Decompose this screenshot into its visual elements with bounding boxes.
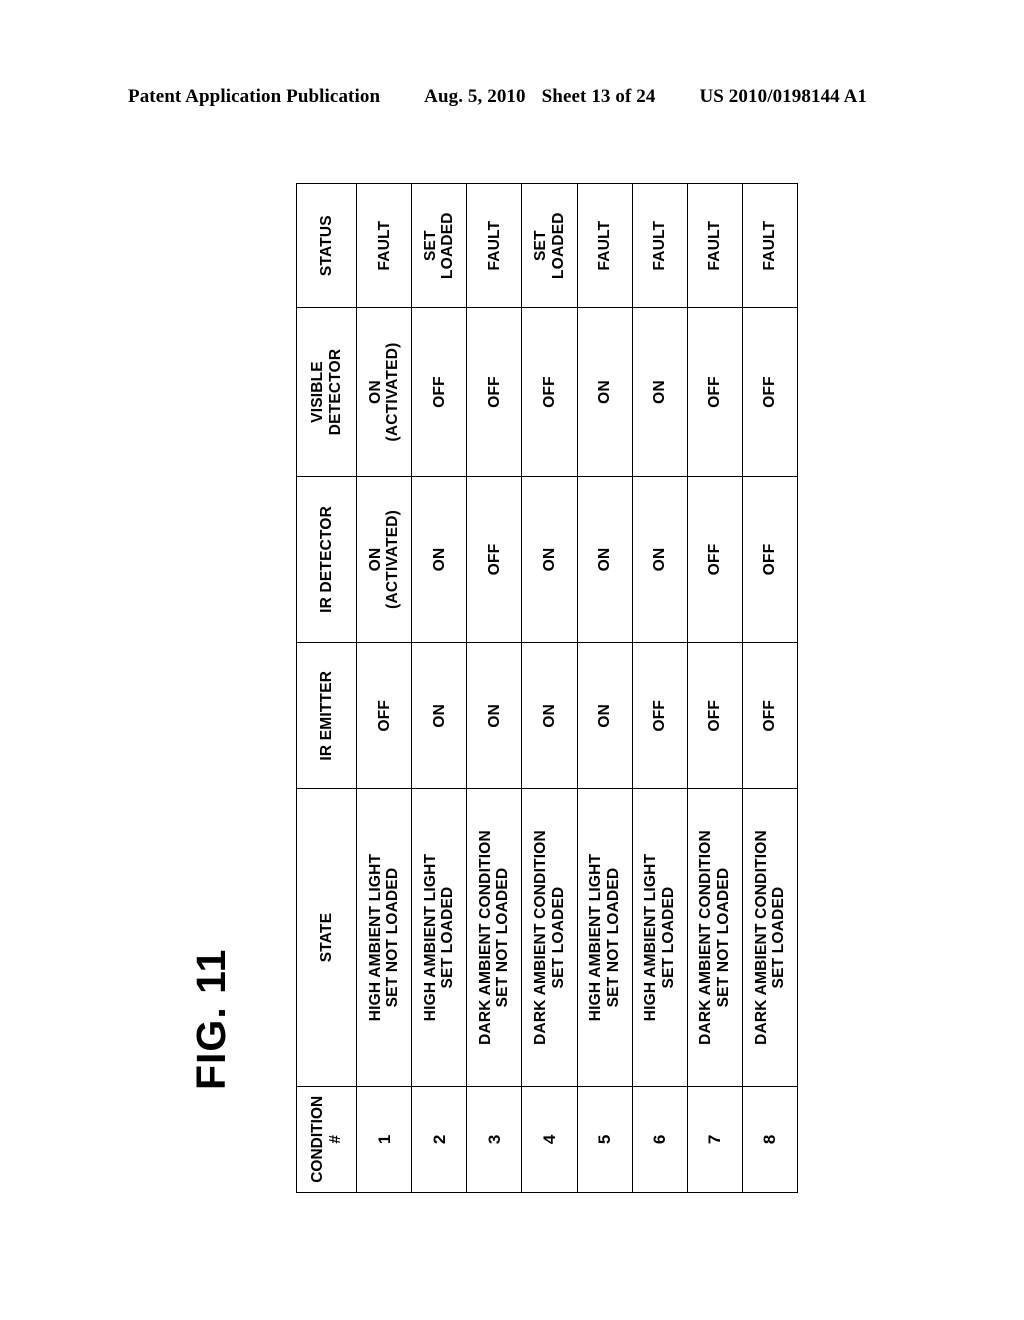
status-value: FAULT <box>742 183 798 308</box>
visible-detector-value: ON <box>577 307 633 477</box>
ir-detector-value: ON <box>411 476 467 643</box>
status-value: FAULT <box>687 183 743 308</box>
ir-detector-value: OFF <box>466 476 522 643</box>
table-row: 3 DARK AMBIENT CONDITION SET NOT LOADED ON… <box>466 183 522 1193</box>
state-description: HIGH AMBIENT LIGHT SET LOADED <box>411 788 467 1087</box>
table-row: 2 HIGH AMBIENT LIGHT SET LOADED ON ON OFF SET… <box>411 183 467 1193</box>
condition-number: 3 <box>466 1086 522 1193</box>
ir-emitter-value: OFF <box>356 642 412 789</box>
visible-detector-value: ON <box>632 307 688 477</box>
table-row: 7 DARK AMBIENT CONDITION SET NOT LOADED OF… <box>687 183 743 1193</box>
column-header-3: IR DETECTOR <box>296 476 357 643</box>
sheet-number: Sheet 13 of 24 <box>541 86 656 107</box>
status-value: SET LOADED <box>521 183 578 308</box>
table-row: 8 DARK AMBIENT CONDITION SET LOADED OFF OFF… <box>742 183 798 1193</box>
column-header-4: VISIBLE DETECTOR <box>296 307 357 477</box>
ir-detector-value: ON <box>632 476 688 643</box>
ir-emitter-value: OFF <box>742 642 798 789</box>
ir-detector-value: OFF <box>687 476 743 643</box>
column-header-2: IR EMITTER <box>296 642 357 789</box>
ir-emitter-value: ON <box>411 642 467 789</box>
ir-emitter-value: ON <box>466 642 522 789</box>
ir-emitter-value: OFF <box>632 642 688 789</box>
visible-detector-value: ON (ACTIVATED) <box>356 307 412 477</box>
visible-detector-value: OFF <box>466 307 522 477</box>
condition-number: 6 <box>632 1086 688 1193</box>
state-description: HIGH AMBIENT LIGHT SET NOT LOADED <box>577 788 633 1087</box>
state-description: DARK AMBIENT CONDITION SET LOADED <box>742 788 798 1087</box>
visible-detector-value: OFF <box>411 307 467 477</box>
state-description: HIGH AMBIENT LIGHT SET NOT LOADED <box>356 788 412 1087</box>
figure-label: FIG. 11 <box>188 948 234 1090</box>
condition-number: 1 <box>356 1086 412 1193</box>
ir-emitter-value: ON <box>577 642 633 789</box>
figure-table-container: CONDITION # STATE IR EMITTER IR DETECTOR VIS… <box>296 183 798 1193</box>
condition-table: CONDITION # STATE IR EMITTER IR DETECTOR VIS… <box>296 183 798 1193</box>
publication-title: Patent Application Publication <box>128 86 381 107</box>
visible-detector-value: OFF <box>742 307 798 477</box>
table-row: 1 HIGH AMBIENT LIGHT SET NOT LOADED OFF ON … <box>356 183 412 1193</box>
ir-detector-value: ON <box>577 476 633 643</box>
state-description: DARK AMBIENT CONDITION SET NOT LOADED <box>466 788 522 1087</box>
ir-emitter-value: ON <box>521 642 578 789</box>
state-description: DARK AMBIENT CONDITION SET NOT LOADED <box>687 788 743 1087</box>
publication-date: Aug. 5, 2010 <box>424 86 526 107</box>
status-value: FAULT <box>466 183 522 308</box>
publication-header: Patent Application Publication Aug. 5, 2… <box>128 86 896 112</box>
status-value: FAULT <box>577 183 633 308</box>
status-value: SET LOADED <box>411 183 467 308</box>
column-header-5: STATUS <box>296 183 357 308</box>
condition-number: 4 <box>521 1086 578 1193</box>
status-value: FAULT <box>632 183 688 308</box>
ir-detector-value: OFF <box>742 476 798 643</box>
ir-emitter-value: OFF <box>687 642 743 789</box>
ir-detector-value: ON (ACTIVATED) <box>356 476 412 643</box>
condition-number: 7 <box>687 1086 743 1193</box>
ir-detector-value: ON <box>521 476 578 643</box>
column-header-1: STATE <box>296 788 357 1087</box>
state-description: HIGH AMBIENT LIGHT SET LOADED <box>632 788 688 1087</box>
condition-number: 5 <box>577 1086 633 1193</box>
state-description: DARK AMBIENT CONDITION SET LOADED <box>521 788 578 1087</box>
column-header-0: CONDITION # <box>296 1086 357 1193</box>
table-row: 6 HIGH AMBIENT LIGHT SET LOADED OFF ON ON FAU… <box>632 183 688 1193</box>
table-row: 4 DARK AMBIENT CONDITION SET LOADED ON ON OF… <box>521 183 578 1193</box>
condition-number: 2 <box>411 1086 467 1193</box>
status-value: FAULT <box>356 183 412 308</box>
document-number: US 2010/0198144 A1 <box>699 86 867 107</box>
table-row: 5 HIGH AMBIENT LIGHT SET NOT LOADED ON ON ON… <box>577 183 633 1193</box>
visible-detector-value: OFF <box>687 307 743 477</box>
visible-detector-value: OFF <box>521 307 578 477</box>
table-header-row: CONDITION # STATE IR EMITTER IR DETECTOR VIS… <box>296 183 357 1193</box>
condition-number: 8 <box>742 1086 798 1193</box>
